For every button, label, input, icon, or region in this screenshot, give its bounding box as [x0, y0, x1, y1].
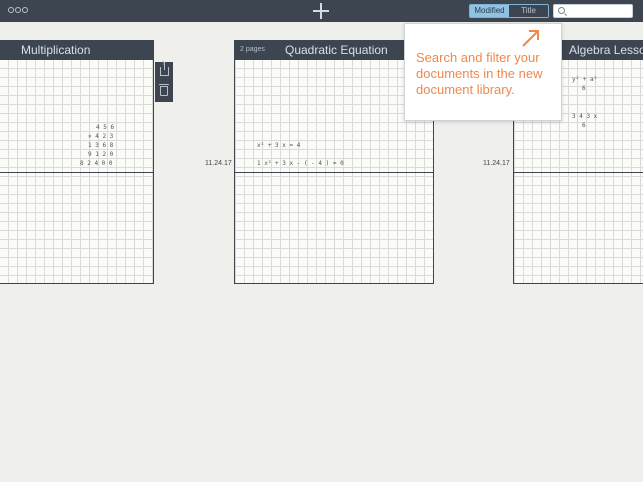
math-line: 6: [582, 85, 586, 92]
page-divider: [235, 172, 433, 173]
search-input[interactable]: [568, 5, 630, 17]
math-line: y² + a²: [572, 76, 598, 83]
add-document-button[interactable]: [313, 3, 329, 19]
tip-text: Search and filter your documents in the …: [416, 50, 543, 97]
math-line: x² + 3 x = 4: [257, 142, 301, 149]
math-line: 3 4 3 x: [572, 113, 598, 120]
search-field[interactable]: [553, 4, 633, 18]
more-icon[interactable]: [8, 6, 30, 15]
math-line: 1 3 6 8: [88, 142, 114, 149]
math-line: × 4 2 3: [88, 133, 114, 140]
search-icon: [558, 7, 565, 14]
sort-segmented-control[interactable]: Modified Title: [469, 4, 549, 18]
document-card-multiplication[interactable]: Multiplication 4 5 6 × 4 2 3 1 3 6 8 9 1…: [0, 40, 154, 284]
top-toolbar: Modified Title: [0, 0, 643, 22]
card-header: Multiplication: [0, 41, 153, 60]
arrow-up-right-icon: [522, 30, 539, 47]
math-line: 8 2 4 0 0: [80, 160, 113, 167]
page-divider: [514, 172, 643, 173]
sort-modified-segment[interactable]: Modified: [470, 5, 509, 17]
math-line: 1 x² + 3 x - ( - 4 ) = 0: [257, 160, 344, 167]
page-count: 2 pages: [240, 46, 265, 53]
math-line: 4 5 6: [96, 124, 115, 131]
trash-icon[interactable]: [159, 84, 169, 96]
sort-title-segment[interactable]: Title: [509, 5, 548, 17]
document-title: Quadratic Equation: [285, 43, 388, 57]
document-actions-toolbar: [155, 58, 173, 102]
math-line: 9 1 2 0: [88, 151, 114, 158]
document-title: Algebra Lesson: [569, 43, 643, 57]
document-title: Multiplication: [21, 43, 91, 57]
share-icon[interactable]: [160, 58, 169, 76]
math-line: 6: [582, 122, 586, 129]
document-date: 11.24.17: [483, 160, 510, 167]
document-date: 11.24.17: [205, 160, 232, 167]
page-divider: [0, 172, 153, 173]
